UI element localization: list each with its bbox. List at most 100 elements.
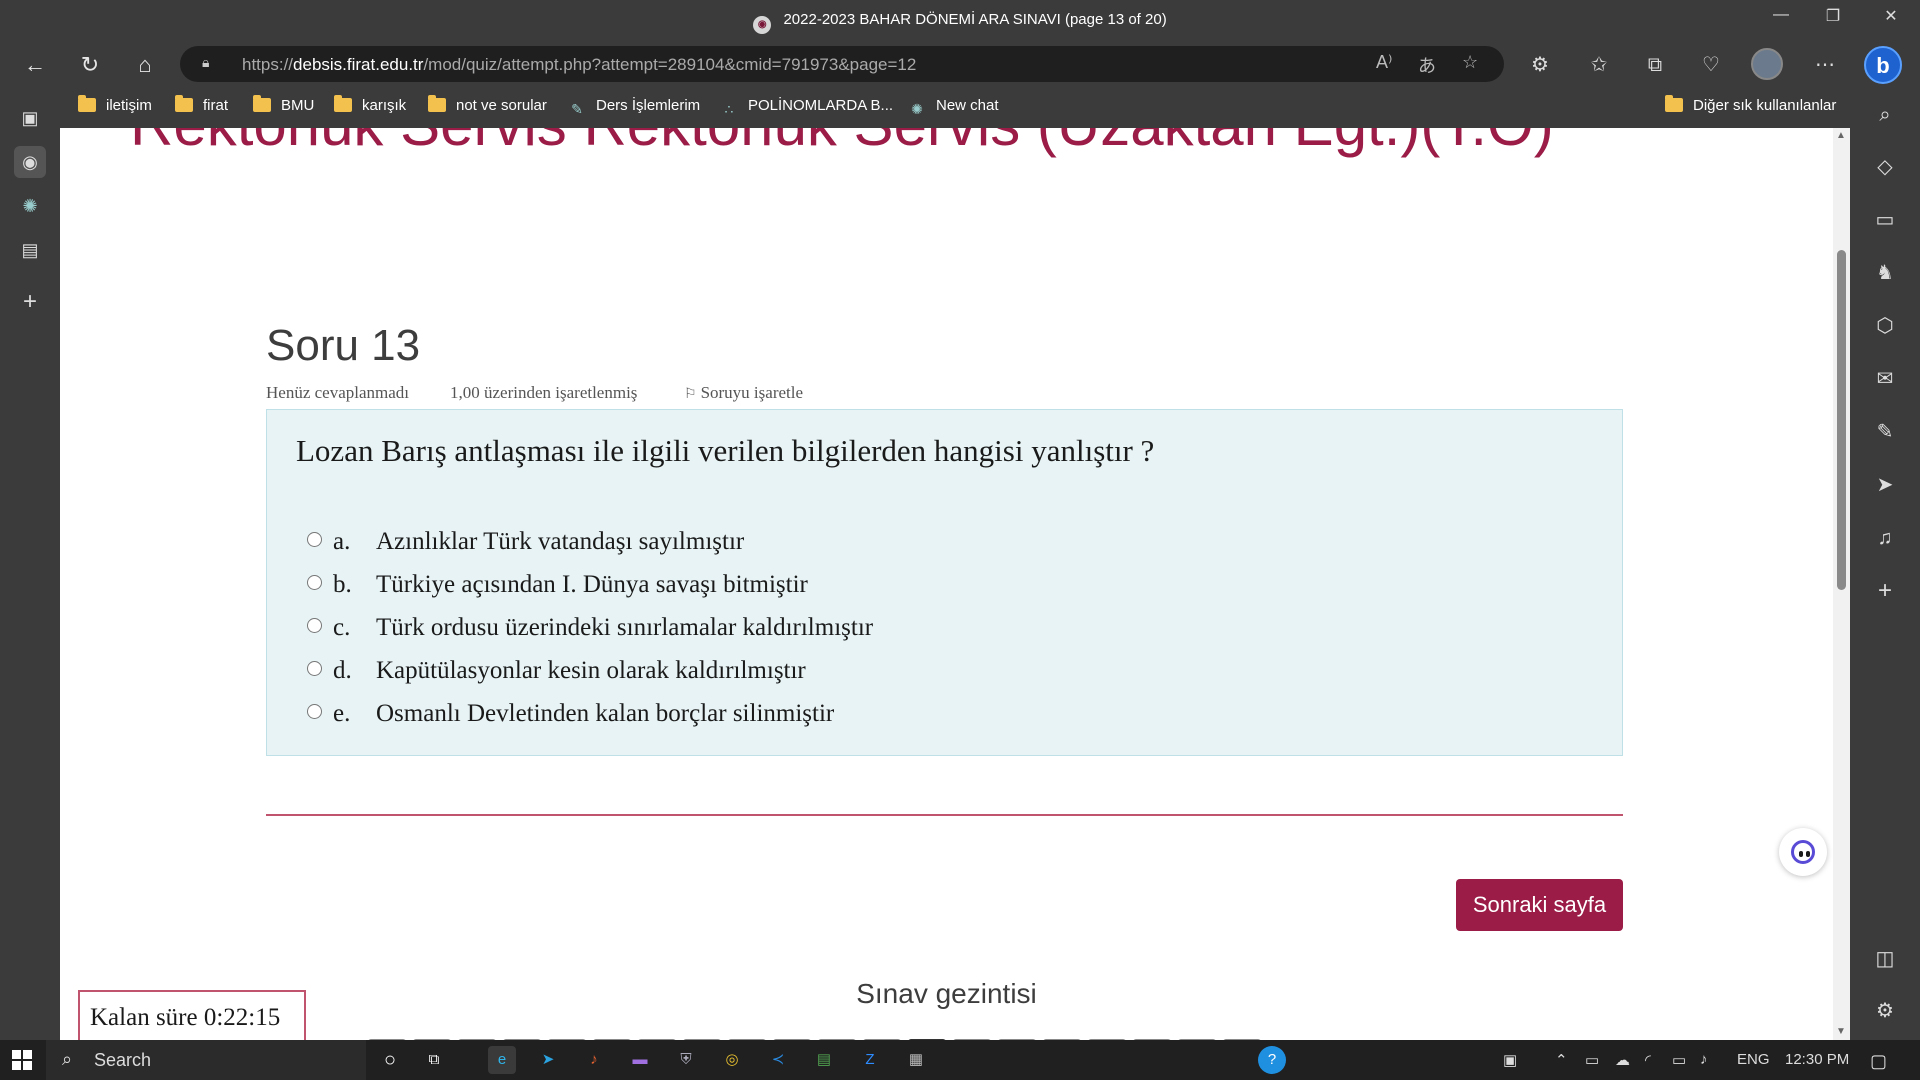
read-aloud-icon[interactable]: A⁾ [1376, 52, 1392, 73]
bookmark-polinomlarda[interactable]: ∴ POLİNOMLARDA B... [720, 97, 894, 119]
help-icon[interactable]: ? [1258, 1046, 1286, 1074]
flag-icon: ⚐ [684, 387, 697, 402]
bookmark-firat[interactable]: firat [175, 95, 228, 114]
site-favicon-icon: ◉ [753, 16, 772, 34]
scroll-up-icon[interactable]: ▲ [1836, 130, 1846, 141]
bell-icon[interactable]: ♫ [1870, 523, 1900, 553]
back-arrow-icon[interactable]: ← [18, 50, 52, 80]
clock[interactable]: 12:30 PM [1785, 1051, 1849, 1068]
video-editor-icon[interactable]: ▬ [626, 1046, 654, 1074]
tab-calendar-icon[interactable]: ▤ [14, 234, 46, 266]
battery-icon[interactable]: ▭ [1672, 1051, 1686, 1069]
window-titlebar: ◉ 2022-2023 BAHAR DÖNEMİ ARA SINAVI (pag… [0, 0, 1920, 42]
settings-icon[interactable]: ⚙ [1870, 996, 1900, 1026]
favorites-icon[interactable]: ✩ [1584, 50, 1614, 80]
close-window-button[interactable]: ✕ [1876, 6, 1906, 26]
bookmark-ders-islemlerim[interactable]: ✎ Ders İşlemlerim [568, 97, 700, 119]
radio-button[interactable] [307, 532, 322, 547]
tag-icon[interactable]: ◇ [1870, 152, 1900, 182]
next-page-button[interactable]: Sonraki sayfa [1456, 879, 1623, 931]
edge-taskbar-icon[interactable]: e [488, 1046, 516, 1074]
folder-icon [334, 95, 352, 112]
onedrive-icon[interactable]: ☁ [1615, 1051, 1630, 1069]
extensions-icon[interactable]: ⚙ [1525, 50, 1555, 80]
show-hidden-icons[interactable]: ⌃ [1555, 1051, 1568, 1069]
more-options-icon[interactable]: ⋯ [1810, 50, 1840, 80]
zoom-icon[interactable]: Z [856, 1046, 884, 1074]
bookmarks-bar: iletişim firat BMU karışık not ve sorula… [60, 86, 1850, 128]
flag-question-link[interactable]: ⚐ Soruyu işaretle [684, 383, 803, 403]
radio-button[interactable] [307, 661, 322, 676]
address-bar[interactable]: 🔒︎ https://debsis.firat.edu.tr/mod/quiz/… [180, 46, 1504, 82]
tab-actions-icon[interactable]: ▣ [14, 102, 46, 134]
notepad-icon[interactable]: ▤ [810, 1046, 838, 1074]
radio-button[interactable] [307, 704, 322, 719]
bookmark-karisik[interactable]: karışık [334, 95, 406, 114]
minimize-button[interactable]: — [1766, 6, 1796, 24]
maximize-button[interactable]: ❐ [1818, 6, 1848, 26]
windows-start-icon[interactable] [12, 1050, 32, 1070]
collections-icon[interactable]: ⧉ [1640, 50, 1670, 80]
notification-icon[interactable]: ▢ [1870, 1051, 1887, 1072]
remaining-time: Kalan süre 0:22:15 [78, 990, 306, 1040]
language-indicator[interactable]: ENG [1737, 1051, 1770, 1068]
meet-icon[interactable]: ▭ [1585, 1051, 1599, 1069]
add-favorite-icon[interactable]: ☆ [1462, 52, 1478, 73]
bing-copilot-icon[interactable]: b [1864, 46, 1902, 84]
chrome-icon[interactable]: ◎ [718, 1046, 746, 1074]
outlook-icon[interactable]: ✉ [1870, 364, 1900, 394]
tab-chatgpt-icon[interactable]: ✺ [14, 190, 46, 222]
send-icon[interactable]: ➤ [1870, 470, 1900, 500]
taskbar-search[interactable]: ⌕ Search [46, 1040, 366, 1080]
telegram-icon[interactable]: ➤ [534, 1046, 562, 1074]
microsoft365-icon[interactable]: ⬡ [1870, 311, 1900, 341]
folder-icon [428, 95, 446, 112]
spinner-icon: ∴ [724, 101, 734, 117]
assistant-bot-icon[interactable] [1779, 828, 1827, 876]
briefcase-icon[interactable]: ▭ [1870, 205, 1900, 235]
scrollbar-thumb[interactable] [1837, 250, 1846, 590]
lock-icon: 🔒︎ [202, 54, 210, 70]
calculator-icon[interactable]: ▦ [902, 1046, 930, 1074]
volume-icon[interactable]: ♪ [1700, 1051, 1708, 1068]
bookmark-other-favorites[interactable]: Diğer sık kullanılanlar [1665, 95, 1836, 114]
browser-toolbar: ← ↻ ⌂ 🔒︎ https://debsis.firat.edu.tr/mod… [0, 42, 1920, 86]
vscode-icon[interactable]: ≺ [764, 1046, 792, 1074]
bookmark-bmu[interactable]: BMU [253, 95, 314, 114]
hide-sidebar-icon[interactable]: ◫ [1870, 944, 1900, 974]
add-sidebar-icon[interactable]: + [1870, 576, 1900, 606]
page-content: Rektörlük Servis Rektörlük Servis (Uzakt… [60, 128, 1833, 1040]
profile-avatar[interactable] [1751, 48, 1783, 80]
folder-icon [1665, 95, 1683, 112]
windows-taskbar: ⌕ Search ○ ⧉ e ➤ ♪ ▬ ⛨ ◎ ≺ ▤ Z ▦ ? ▣ ⌃ ▭… [0, 1040, 1920, 1080]
translate-icon[interactable]: あ [1418, 52, 1436, 78]
vertical-scrollbar[interactable]: ▲ ▼ [1833, 128, 1850, 1040]
bookmark-iletisim[interactable]: iletişim [78, 95, 152, 114]
refresh-icon[interactable]: ↻ [73, 50, 107, 80]
window-title: 2022-2023 BAHAR DÖNEMİ ARA SINAVI (page … [783, 11, 1167, 28]
question-box: Lozan Barış antlaşması ile ilgili verile… [266, 409, 1623, 756]
search-icon: ⌕ [62, 1049, 73, 1069]
performance-icon[interactable]: ♡ [1696, 50, 1726, 80]
question-text: Lozan Barış antlaşması ile ilgili verile… [296, 433, 1155, 468]
games-icon[interactable]: ♞ [1870, 258, 1900, 288]
app-icon[interactable]: ♪ [580, 1046, 608, 1074]
question-status: Henüz cevaplanmadı [266, 383, 410, 402]
bookmark-new-chat[interactable]: ✺ New chat [908, 97, 998, 119]
search-icon[interactable]: ⌕ [1870, 100, 1900, 130]
new-tab-icon[interactable]: + [14, 286, 46, 318]
designer-icon[interactable]: ✎ [1870, 417, 1900, 447]
bookmark-not-ve-sorular[interactable]: not ve sorular [428, 95, 547, 114]
radio-button[interactable] [307, 575, 322, 590]
security-icon[interactable]: ⛨ [672, 1046, 700, 1074]
scroll-down-icon[interactable]: ▼ [1836, 1026, 1846, 1037]
task-view-icon[interactable]: ⧉ [420, 1046, 448, 1074]
url-text[interactable]: https://debsis.firat.edu.tr/mod/quiz/att… [242, 55, 916, 75]
cortana-icon[interactable]: ○ [376, 1046, 404, 1074]
tab-firat-icon[interactable]: ◉ [14, 146, 46, 178]
news-widget-icon[interactable]: ▣ [1503, 1051, 1517, 1069]
home-icon[interactable]: ⌂ [128, 50, 162, 80]
wifi-icon[interactable]: ◜ [1645, 1051, 1651, 1069]
radio-button[interactable] [307, 618, 322, 633]
vertical-tab-bar: ▣ ◉ ✺ ▤ + [0, 86, 60, 1040]
